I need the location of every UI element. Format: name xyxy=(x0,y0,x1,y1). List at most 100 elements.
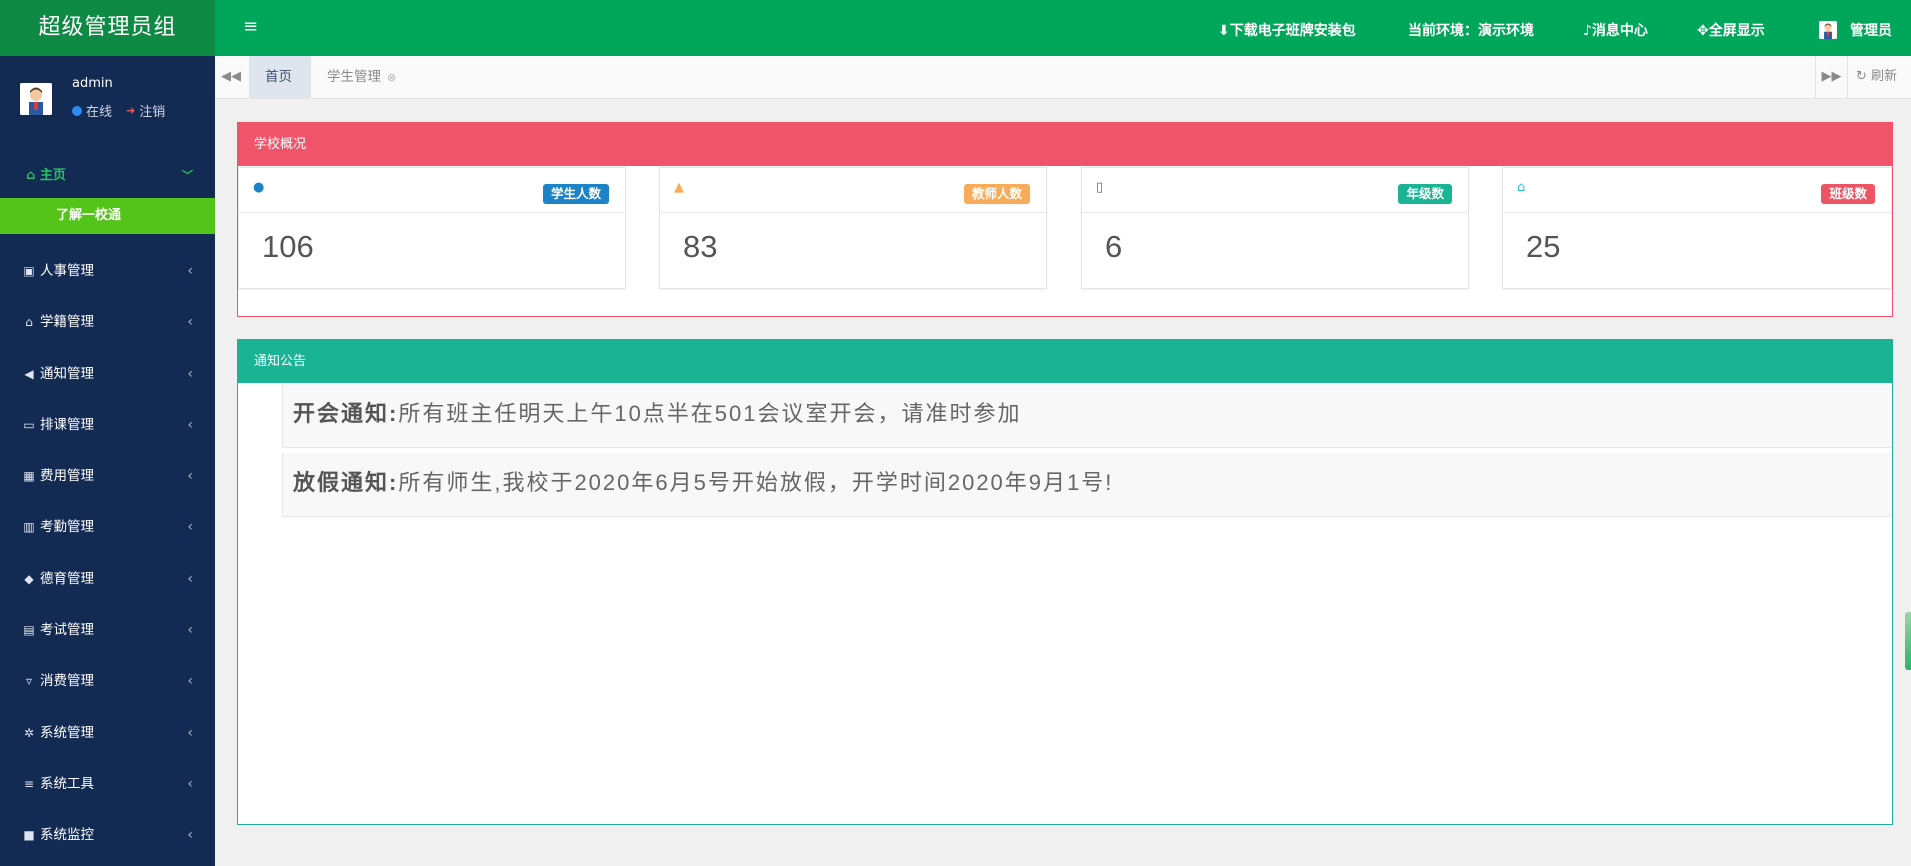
close-icon[interactable]: ⊗ xyxy=(387,71,396,84)
sidebar-item-attendance[interactable]: ▥ 考勤管理 ‹ xyxy=(0,502,215,553)
tab-scroll-right-icon[interactable]: ▶▶ xyxy=(1815,56,1847,98)
notice-text: 所有师生,我校于2020年6月5号开始放假，开学时间2020年9月1号! xyxy=(398,470,1114,495)
chevron-down-icon: ﹀ xyxy=(182,169,193,182)
sidebar-subitem-about[interactable]: 了解一校通 xyxy=(0,198,215,234)
sidebar-item-consumption[interactable]: ▿ 消费管理 ‹ xyxy=(0,656,215,707)
chevron-left-icon: ‹ xyxy=(187,519,193,536)
stat-head: ▯ 年级数 xyxy=(1082,168,1468,213)
status-badge: 教师人数 xyxy=(963,184,1030,204)
notice-item[interactable]: 开会通知:所有班主任明天上午10点半在501会议室开会，请准时参加 xyxy=(282,384,1892,448)
chevron-left-icon: ‹ xyxy=(187,263,193,279)
refresh-label: 刷新 xyxy=(1871,69,1898,84)
online-label: 在线 xyxy=(86,105,113,120)
stat-classes: ⌂ 班级数 25 xyxy=(1502,167,1892,289)
sidebar-item-label: 考勤管理 xyxy=(40,519,94,536)
list-icon: ≡ xyxy=(23,776,35,791)
message-center-label: 消息中心 xyxy=(1591,23,1648,39)
logout-icon[interactable]: ➜ xyxy=(126,104,135,117)
bell-icon: ♪ xyxy=(1583,23,1592,39)
sidebar-item-label: 人事管理 xyxy=(40,263,94,279)
stat-head: ▲ 教师人数 xyxy=(660,168,1046,213)
sidebar-item-label: 学籍管理 xyxy=(40,314,94,331)
user-status: 在线 ➜ 注销 xyxy=(72,101,165,120)
tab-student-label: 学生管理 xyxy=(327,69,381,85)
refresh-icon: ↻ xyxy=(1855,69,1867,84)
sidebar-item-label: 系统管理 xyxy=(40,724,94,741)
tab-scroll-left-icon[interactable]: ◀◀ xyxy=(215,56,247,98)
sidebar-item-notice[interactable]: ◀ 通知管理 ‹ xyxy=(0,349,215,400)
notice-label: 开会通知: xyxy=(293,401,399,426)
sidebar-item-system[interactable]: ✲ 系统管理 ‹ xyxy=(0,708,215,759)
stat-students: ● 学生人数 106 xyxy=(238,167,626,289)
chevron-left-icon: ‹ xyxy=(187,416,193,433)
fullscreen-button[interactable]: ✥全屏显示 xyxy=(1697,20,1765,40)
sidebar-item-tools[interactable]: ≡ 系统工具 ‹ xyxy=(0,759,215,810)
sidebar-item-exam[interactable]: ▤ 考试管理 ‹ xyxy=(0,605,215,656)
download-link[interactable]: ⬇下载电子班牌安装包 xyxy=(1218,20,1356,40)
sidebar-item-personnel[interactable]: ▣ 人事管理 ‹ xyxy=(0,246,215,297)
bullhorn-icon: ◀ xyxy=(24,366,34,381)
chevron-left-icon: ‹ xyxy=(187,622,193,639)
admin-menu[interactable]: 管理员 xyxy=(1850,20,1892,40)
notice-label: 放假通知: xyxy=(293,470,399,495)
logout-link[interactable]: 注销 xyxy=(139,101,165,120)
bar-chart-icon: ▥ xyxy=(23,520,35,535)
chevron-left-icon: ‹ xyxy=(187,570,193,587)
stat-value: 83 xyxy=(683,229,718,264)
scroll-handle[interactable] xyxy=(1905,612,1911,670)
status-badge: 班级数 xyxy=(1821,184,1875,204)
sidebar-item-enrollment[interactable]: ⌂ 学籍管理 ‹ xyxy=(0,297,215,348)
stat-head: ⌂ 班级数 xyxy=(1503,168,1891,213)
stat-grades: ▯ 年级数 6 xyxy=(1081,167,1469,289)
header-avatar[interactable] xyxy=(1819,21,1837,39)
user-panel: admin 在线 ➜ 注销 xyxy=(0,56,215,154)
chevron-left-icon: ‹ xyxy=(187,673,193,690)
refresh-button[interactable]: ↻ 刷新 xyxy=(1847,56,1905,98)
sidebar-item-label: 通知管理 xyxy=(40,365,94,382)
sidebar-item-moral[interactable]: ◆ 德育管理 ‹ xyxy=(0,554,215,605)
sidebar-item-label: 考试管理 xyxy=(40,622,94,639)
notice-text: 所有班主任明天上午10点半在501会议室开会，请准时参加 xyxy=(398,401,1022,426)
chevron-left-icon: ‹ xyxy=(187,827,193,844)
avatar[interactable] xyxy=(20,83,52,115)
home-icon: ⌂ xyxy=(26,168,36,183)
calendar-icon: ▭ xyxy=(23,417,35,432)
brand-title: 超级管理员组 xyxy=(0,0,215,56)
tablet-icon: ▯ xyxy=(1096,180,1104,195)
bank-icon: ⌂ xyxy=(25,315,33,330)
sidebar-item-label: 系统工具 xyxy=(40,775,94,792)
stat-value: 6 xyxy=(1105,229,1123,264)
basket-icon: ▿ xyxy=(25,674,33,689)
sidebar-item-monitor[interactable]: ■ 系统监控 ‹ xyxy=(0,810,215,861)
status-badge: 年级数 xyxy=(1398,184,1452,204)
sidebar-item-fees[interactable]: ▦ 费用管理 ‹ xyxy=(0,451,215,502)
gear-icon: ✲ xyxy=(23,725,35,740)
sidebar-item-label: 排课管理 xyxy=(40,416,94,433)
menu-toggle-icon[interactable]: ≡ xyxy=(243,16,258,37)
graduation-cap-icon: ◆ xyxy=(24,571,34,586)
sidebar-item-label: 费用管理 xyxy=(40,468,94,485)
top-header: ≡ ⬇下载电子班牌安装包 当前环境：演示环境 ♪消息中心 ✥全屏显示 管理员 xyxy=(215,0,1911,56)
chevron-left-icon: ‹ xyxy=(187,775,193,792)
tab-home[interactable]: 首页 xyxy=(249,56,311,98)
sidebar-item-schedule[interactable]: ▭ 排课管理 ‹ xyxy=(0,400,215,451)
bank-icon: ⌂ xyxy=(1517,180,1526,195)
sidebar-item-label: 系统监控 xyxy=(40,827,94,844)
notice-item[interactable]: 放假通知:所有师生,我校于2020年6月5号开始放假，开学时间2020年9月1号… xyxy=(282,453,1892,517)
tab-student-management[interactable]: 学生管理 ⊗ xyxy=(311,56,412,98)
teacher-icon: ▲ xyxy=(674,180,684,195)
school-overview-panel: 学校概况 ● 学生人数 106 ▲ 教师人数 83 ▯ 年级数 6 ⌂ 班级数 … xyxy=(237,122,1893,317)
online-dot-icon xyxy=(72,105,82,116)
user-name: admin xyxy=(72,76,113,91)
panel-title: 学校概况 xyxy=(238,123,1892,166)
message-center-link[interactable]: ♪消息中心 xyxy=(1583,20,1648,40)
sidebar-menu: ⌂ 主页 ﹀ 了解一校通 ▣ 人事管理 ‹ ⌂ 学籍管理 ‹ ◀ 通知管理 ‹ … xyxy=(0,154,215,862)
sidebar-item-label: 消费管理 xyxy=(40,673,94,690)
panel-title: 通知公告 xyxy=(238,340,1892,383)
calculator-icon: ▦ xyxy=(23,469,35,484)
sidebar: 超级管理员组 admin 在线 ➜ 注销 ⌂ 主页 ﹀ 了解一校通 ▣ 人事管理… xyxy=(0,0,215,866)
stat-value: 25 xyxy=(1526,229,1561,264)
notice-panel: 通知公告 开会通知:所有班主任明天上午10点半在501会议室开会，请准时参加 放… xyxy=(237,339,1893,825)
download-icon: ⬇ xyxy=(1218,23,1230,39)
sidebar-item-home[interactable]: ⌂ 主页 ﹀ xyxy=(0,154,215,198)
